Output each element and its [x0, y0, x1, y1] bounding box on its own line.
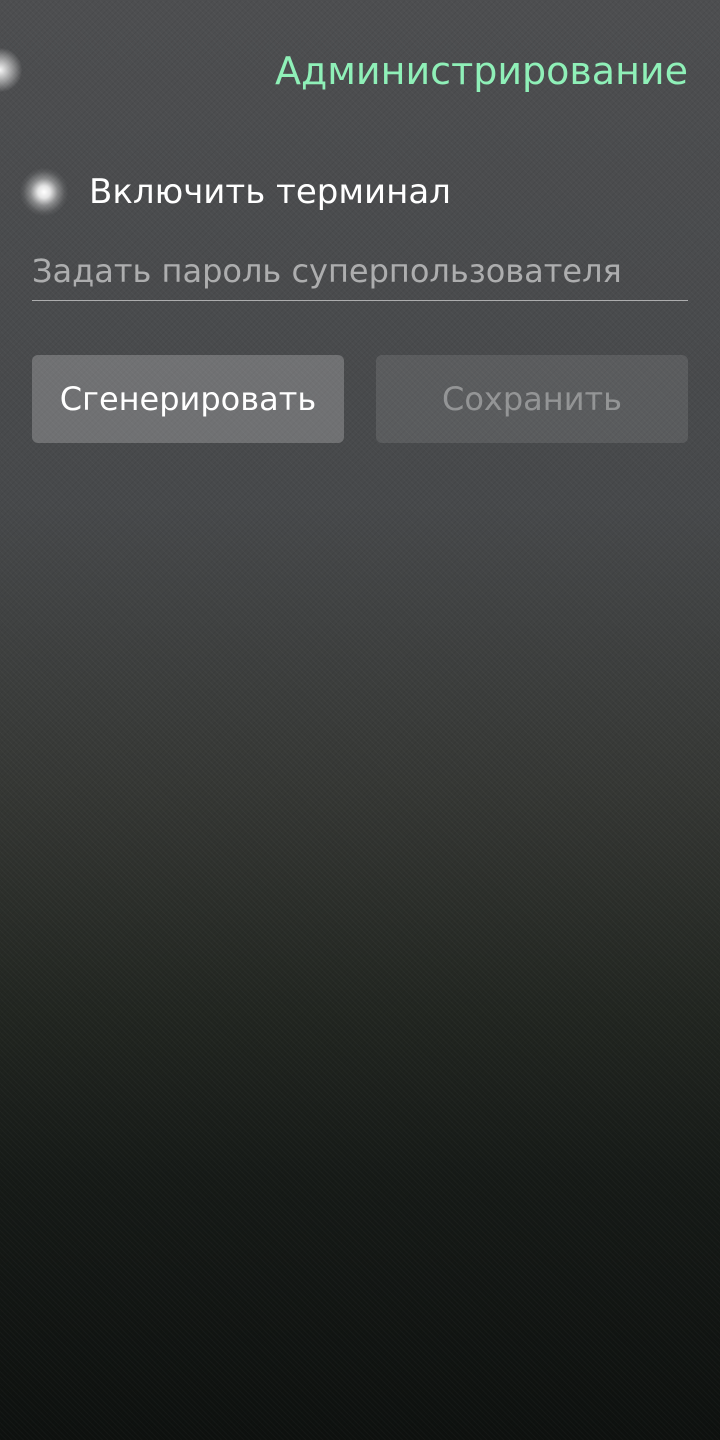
password-field[interactable]: [32, 244, 688, 301]
pulley-menu-indicator: [0, 48, 22, 92]
terminal-switch-label: Включить терминал: [89, 172, 451, 212]
terminal-switch[interactable]: Включить терминал: [0, 160, 720, 224]
generate-button[interactable]: Сгенерировать: [32, 355, 344, 443]
page-title: Администрирование: [275, 49, 688, 93]
switch-indicator-icon: [20, 168, 68, 216]
save-button[interactable]: Сохранить: [376, 355, 688, 443]
password-input[interactable]: [32, 244, 688, 298]
